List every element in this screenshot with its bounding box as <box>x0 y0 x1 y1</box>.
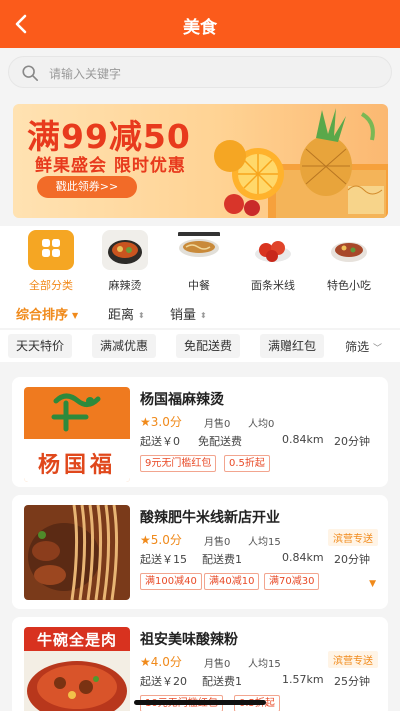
shop-logo-text: 杨国福 <box>37 452 116 478</box>
search-input[interactable]: 请输入关键字 <box>8 56 392 88</box>
delivery-fee: 免配送费 <box>198 435 242 448</box>
sort-arrows-icon: ⬍ <box>200 311 207 320</box>
chevron-down-icon: ﹀ <box>372 344 382 354</box>
promo-tag: 9元无门槛红包 <box>140 455 217 472</box>
promo-tag: 满40减10 <box>204 573 260 590</box>
search-icon <box>22 65 39 82</box>
delivery-badge: 滨营专送 <box>328 651 378 668</box>
category-label: 中餐 <box>188 279 210 292</box>
shop-name: 祖安美味酸辣粉 <box>140 632 238 648</box>
star-icon: ★ <box>140 533 151 547</box>
min-order: 起送￥0 <box>140 435 180 448</box>
filter-chip[interactable]: 满减优惠 <box>92 334 157 358</box>
category-label: 麻辣烫 <box>108 279 142 292</box>
delivery-fee: 配送费1 <box>202 553 242 566</box>
star-icon: ★ <box>140 415 151 429</box>
noodle-bowl-image <box>176 230 222 270</box>
dumpling-image <box>250 230 296 270</box>
banner-subline: 鲜果盛会 限时优惠 <box>35 156 186 176</box>
sort-label: 销量 <box>170 308 197 323</box>
shop-card[interactable]: 杨国福 杨国福麻辣烫 ★3.0分 月售0 人均0 起送￥0 免配送费 0.84k… <box>12 377 388 487</box>
monthly-sales: 月售0 <box>204 537 231 548</box>
rating-value: 3.0分 <box>150 415 182 429</box>
promo-tag: 0.5折起 <box>224 455 270 472</box>
monthly-sales: 月售0 <box>204 419 231 430</box>
shop-logo: 杨国福 <box>24 387 130 482</box>
filter-chip[interactable]: 免配送费 <box>176 334 241 358</box>
monthly-sales: 月售0 <box>204 659 231 670</box>
delivery-time: 25分钟 <box>334 675 370 688</box>
shop-photo <box>24 505 130 600</box>
category-strip: 全部分类 麻辣烫 中餐 面条米线 特色小吃 <box>0 226 400 298</box>
sort-bar: 综合排序 ▼ 距离 ⬍ 销量 ⬍ <box>0 298 400 328</box>
category-label: 全部分类 <box>29 279 73 292</box>
sort-label: 综合排序 <box>16 308 69 323</box>
distance: 0.84km <box>282 433 324 446</box>
delivery-badge: 滨营专送 <box>328 529 378 546</box>
shop-name: 酸辣肥牛米线新店开业 <box>140 510 280 526</box>
promo-tag: 满70减30 <box>264 573 320 590</box>
avg-price: 人均0 <box>248 419 275 430</box>
min-order: 起送￥20 <box>140 675 187 688</box>
search-placeholder: 请输入关键字 <box>49 67 122 81</box>
sort-composite[interactable]: 综合排序 ▼ <box>16 304 78 323</box>
promo-tag: 满100减40 <box>140 573 202 590</box>
sort-distance[interactable]: 距离 ⬍ <box>108 304 145 323</box>
avg-price: 人均15 <box>248 659 281 670</box>
delivery-time: 20分钟 <box>334 553 370 566</box>
fruit-illustration <box>214 108 388 218</box>
category-all[interactable]: 全部分类 <box>16 230 86 293</box>
app-header: 美食 <box>0 0 400 48</box>
shop-rating: ★3.0分 <box>140 413 182 430</box>
distance: 0.84km <box>282 551 324 564</box>
filter-bar: 天天特价 满减优惠 免配送费 满赠红包 筛选 ﹀ <box>0 330 400 362</box>
shop-rating: ★4.0分 <box>140 653 182 670</box>
star-icon: ★ <box>140 655 151 669</box>
malatang-image <box>102 230 148 270</box>
filter-chip[interactable]: 满赠红包 <box>260 334 325 358</box>
home-indicator[interactable] <box>134 700 266 705</box>
category-noodles[interactable]: 面条米线 <box>238 230 308 293</box>
sort-arrows-icon: ⬍ <box>138 311 145 320</box>
grid-icon <box>28 230 74 270</box>
page-title: 美食 <box>183 18 217 38</box>
category-malatang[interactable]: 麻辣烫 <box>90 230 160 293</box>
delivery-fee: 配送费1 <box>202 675 242 688</box>
category-snacks[interactable]: 特色小吃 <box>314 230 384 293</box>
promo-banner[interactable]: 满99减50 鲜果盛会 限时优惠 戳此领券>> <box>13 104 388 218</box>
shop-card[interactable]: 酸辣肥牛米线新店开业 ★5.0分 月售0 人均15 滨营专送 起送￥15 配送费… <box>12 495 388 609</box>
shop-card[interactable]: 牛碗全是肉 祖安美味酸辣粉 ★4.0分 月售0 人均15 滨营专送 起送￥20 … <box>12 617 388 711</box>
sort-sales[interactable]: 销量 ⬍ <box>170 304 207 323</box>
avg-price: 人均15 <box>248 537 281 548</box>
delivery-time: 20分钟 <box>334 435 370 448</box>
shop-rating: ★5.0分 <box>140 531 182 548</box>
snack-image <box>326 230 372 270</box>
distance: 1.57km <box>282 673 324 686</box>
filter-label: 筛选 <box>345 340 370 354</box>
shop-logo-text: 牛碗全是肉 <box>36 631 117 649</box>
category-chinese[interactable]: 中餐 <box>164 230 234 293</box>
category-label: 特色小吃 <box>327 279 371 292</box>
category-label: 面条米线 <box>251 279 295 292</box>
rating-value: 4.0分 <box>150 655 182 669</box>
rating-value: 5.0分 <box>150 533 182 547</box>
sort-label: 距离 <box>108 308 135 323</box>
expand-promos-icon[interactable]: ▼ <box>369 579 376 589</box>
shop-name: 杨国福麻辣烫 <box>140 392 224 408</box>
caret-down-icon: ▼ <box>72 311 79 320</box>
filter-chip[interactable]: 天天特价 <box>8 334 73 358</box>
filter-button[interactable]: 筛选 ﹀ <box>345 338 382 355</box>
min-order: 起送￥15 <box>140 553 187 566</box>
shop-photo: 牛碗全是肉 <box>24 627 130 711</box>
banner-coupon-button[interactable]: 戳此领券>> <box>37 176 137 198</box>
